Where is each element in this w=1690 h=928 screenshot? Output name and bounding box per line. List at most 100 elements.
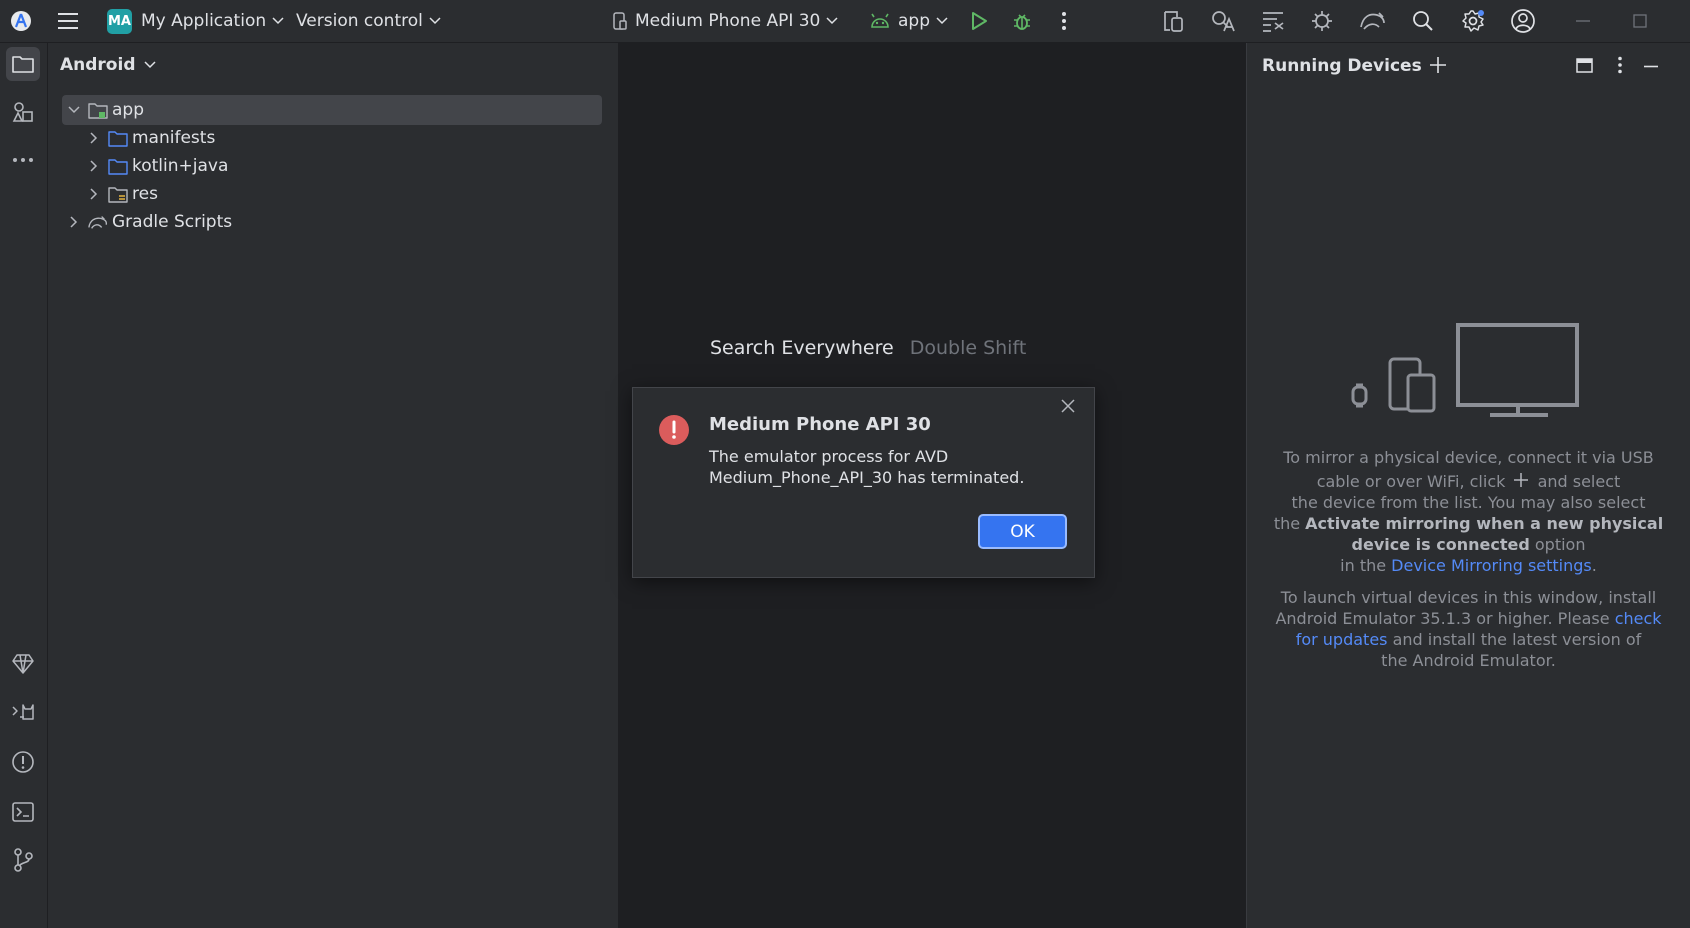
dialog-title: Medium Phone API 30 (709, 414, 931, 435)
translations-icon[interactable] (1208, 6, 1238, 36)
project-view-label: Android (60, 55, 136, 75)
emulator-instructions: To launch virtual devices in this window… (1247, 587, 1690, 671)
device-selector[interactable]: Medium Phone API 30 (612, 0, 838, 42)
account-icon[interactable] (1508, 6, 1538, 36)
resource-manager-button[interactable] (6, 95, 40, 129)
app-inspection-icon[interactable] (1308, 6, 1338, 36)
hide-panel-icon[interactable] (1643, 65, 1659, 68)
mirror-line-1: To mirror a physical device, connect it … (1283, 448, 1654, 467)
chevron-right-icon[interactable] (86, 130, 102, 146)
logcat-icon[interactable] (1258, 6, 1288, 36)
version-control-label: Version control (296, 11, 423, 31)
running-devices-panel: Running Devices To mirror a physical dev… (1247, 43, 1690, 928)
gem-icon (12, 654, 34, 674)
terminal-icon (12, 802, 34, 822)
mirror-text: and select (1537, 472, 1621, 491)
chevron-right-icon[interactable] (86, 158, 102, 174)
mirror-text: cable or over WiFi, click (1316, 472, 1506, 491)
devices-illustration-icon (1348, 323, 1588, 418)
main-menu-icon[interactable] (53, 6, 83, 36)
git-button[interactable] (6, 843, 40, 877)
error-icon (659, 415, 689, 445)
sync-gradle-icon[interactable] (1358, 6, 1388, 36)
gradle-icon (88, 213, 108, 231)
logcat-tool-button[interactable] (6, 695, 40, 729)
chevron-right-icon[interactable] (66, 214, 82, 230)
emulator-text: and install the latest version of (1392, 630, 1642, 649)
tree-item-app[interactable]: app (62, 95, 602, 125)
settings-gear-icon[interactable] (1458, 6, 1488, 36)
debug-icon[interactable] (1007, 6, 1037, 36)
mirror-line-5: device is connected option (1247, 534, 1690, 555)
panel-layout-icon[interactable] (1576, 58, 1593, 73)
tree-item-res[interactable]: res (62, 179, 602, 209)
project-selector[interactable]: MA My Application (107, 0, 284, 42)
chevron-down-icon (272, 17, 284, 25)
check-for-updates-link[interactable]: check (1615, 609, 1662, 628)
minimize-window-icon[interactable] (1568, 6, 1598, 36)
plus-icon (1514, 473, 1529, 487)
mirror-text: the (1273, 514, 1301, 533)
device-mirroring-settings-link[interactable]: Device Mirroring settings (1391, 556, 1592, 575)
chevron-right-icon[interactable] (86, 186, 102, 202)
mirror-line-4: the Activate mirroring when a new physic… (1247, 513, 1690, 534)
project-name: My Application (141, 11, 267, 31)
folder-icon (108, 129, 128, 147)
mirror-text: option (1534, 535, 1586, 554)
tree-item-label: app (112, 100, 144, 120)
editor-hint: Search Everywhere Double Shift (710, 337, 1026, 359)
mirror-instructions: To mirror a physical device, connect it … (1247, 447, 1690, 576)
tree-item-kotlin-java[interactable]: kotlin+java (62, 151, 602, 181)
chevron-down-icon (143, 61, 156, 69)
run-config-selector[interactable]: app (869, 0, 948, 42)
warning-circle-icon (12, 751, 34, 773)
emulator-text: Android Emulator 35.1.3 or higher. Pleas… (1275, 609, 1610, 628)
dialog-message: The emulator process for AVD Medium_Phon… (709, 446, 1024, 488)
hint-shortcut: Double Shift (909, 337, 1027, 359)
android-studio-logo-icon[interactable] (6, 6, 36, 36)
error-dialog: Medium Phone API 30 The emulator process… (632, 387, 1095, 578)
git-branch-icon (14, 848, 33, 872)
run-icon[interactable] (964, 6, 994, 36)
ok-button[interactable]: OK (978, 514, 1067, 549)
mirror-text: in the (1340, 556, 1387, 575)
gemini-button[interactable] (6, 647, 40, 681)
emulator-line-3: for updates and install the latest versi… (1247, 629, 1690, 650)
mirror-text: . (1591, 556, 1597, 575)
chevron-down-icon[interactable] (66, 102, 82, 118)
shapes-icon (12, 102, 33, 122)
resources-folder-icon (108, 185, 128, 203)
terminal-button[interactable] (6, 795, 40, 829)
add-device-icon[interactable] (1429, 56, 1447, 74)
mirror-bold-text: device is connected (1351, 535, 1530, 554)
project-view-selector[interactable]: Android (60, 55, 156, 75)
device-name: Medium Phone API 30 (635, 11, 821, 31)
module-folder-icon (88, 101, 108, 119)
dialog-message-line: The emulator process for AVD (709, 447, 949, 466)
mirror-bold-text: Activate mirroring when a new physical (1305, 514, 1664, 533)
more-tool-windows-button[interactable] (6, 143, 40, 177)
tree-item-label: kotlin+java (132, 156, 229, 176)
check-for-updates-link[interactable]: for updates (1296, 630, 1388, 649)
hint-label: Search Everywhere (710, 337, 894, 359)
more-actions-icon[interactable] (1049, 6, 1079, 36)
tree-item-label: Gradle Scripts (112, 212, 233, 232)
project-tool-button[interactable] (6, 47, 40, 81)
close-icon[interactable] (1060, 398, 1076, 414)
tree-item-label: manifests (132, 128, 216, 148)
search-icon[interactable] (1408, 6, 1438, 36)
emulator-line-1: To launch virtual devices in this window… (1280, 588, 1657, 607)
running-devices-title: Running Devices (1262, 56, 1422, 76)
maximize-window-icon[interactable] (1625, 6, 1655, 36)
problems-button[interactable] (6, 745, 40, 779)
panel-options-icon[interactable] (1617, 56, 1623, 74)
version-control-menu[interactable]: Version control (296, 0, 441, 42)
folder-icon (12, 56, 34, 73)
device-manager-icon[interactable] (1159, 6, 1189, 36)
tree-item-manifests[interactable]: manifests (62, 123, 602, 153)
tree-item-gradle-scripts[interactable]: Gradle Scripts (62, 207, 602, 237)
ellipsis-icon (13, 158, 33, 162)
dialog-message-line: Medium_Phone_API_30 has terminated. (709, 468, 1025, 487)
emulator-line-2: Android Emulator 35.1.3 or higher. Pleas… (1247, 608, 1690, 629)
device-phone-icon (613, 12, 627, 30)
